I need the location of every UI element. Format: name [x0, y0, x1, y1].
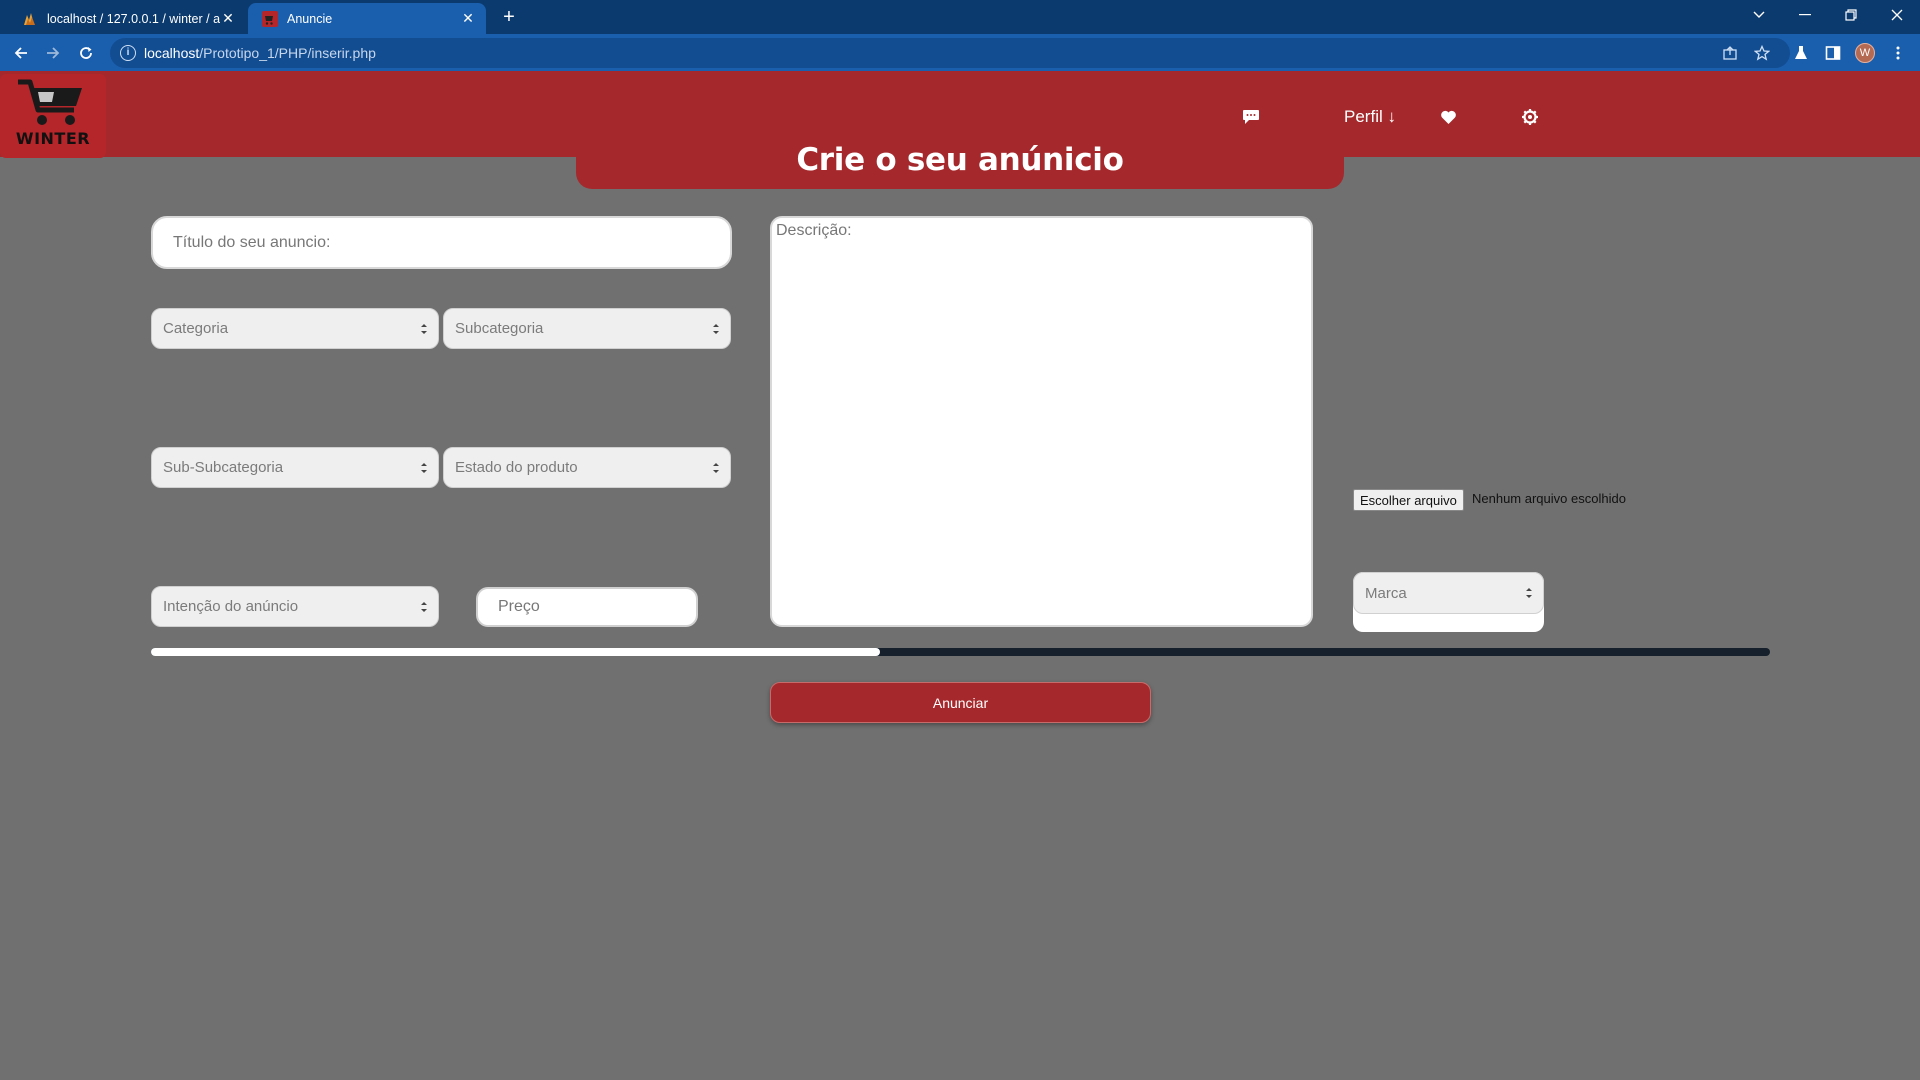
- share-icon[interactable]: [1719, 42, 1741, 64]
- select-arrows-icon: [421, 323, 427, 334]
- close-tab-icon[interactable]: ✕: [460, 10, 476, 27]
- select-arrows-icon: [713, 323, 719, 334]
- form-progress-bar: [151, 648, 1770, 656]
- page-title: Crie o seu anúnicio: [796, 141, 1124, 178]
- publish-ad-button[interactable]: Anunciar: [770, 682, 1151, 723]
- subcategory-select-value: Subcategoria: [455, 320, 544, 337]
- url-host: localhost: [144, 45, 200, 61]
- tab-phpmyadmin[interactable]: localhost / 127.0.0.1 / winter / an ✕: [8, 3, 246, 34]
- url-path: /Prototipo_1/PHP/inserir.php: [199, 45, 376, 61]
- product-state-select[interactable]: Estado do produto: [443, 447, 731, 488]
- price-input[interactable]: Preço: [476, 587, 698, 627]
- site-info-icon[interactable]: i: [120, 45, 136, 61]
- subsubcategory-select-value: Sub-Subcategoria: [163, 459, 284, 476]
- profile-avatar[interactable]: W: [1854, 42, 1876, 64]
- minimize-icon[interactable]: [1782, 0, 1828, 30]
- ad-title-input[interactable]: Título do seu anuncio:: [151, 216, 732, 269]
- choose-file-button[interactable]: Escolher arquivo: [1353, 489, 1464, 511]
- extension-flask-icon[interactable]: [1790, 42, 1812, 64]
- back-icon[interactable]: [8, 40, 34, 66]
- brand-select-container: Marca: [1353, 572, 1544, 632]
- file-status-text: Nenhum arquivo escolhido: [1472, 491, 1626, 506]
- close-window-icon[interactable]: [1874, 0, 1920, 30]
- site-logo[interactable]: WINTER: [0, 74, 106, 158]
- select-arrows-icon: [1526, 588, 1532, 598]
- ad-intent-select-value: Intenção do anúncio: [163, 598, 299, 615]
- form-progress-fill: [151, 648, 880, 656]
- side-panel-icon[interactable]: [1822, 42, 1844, 64]
- reload-icon[interactable]: [73, 40, 99, 66]
- bookmark-star-icon[interactable]: [1751, 42, 1773, 64]
- forward-icon[interactable]: [40, 40, 66, 66]
- subsubcategory-select[interactable]: Sub-Subcategoria: [151, 447, 439, 488]
- tab-title: Anuncie: [287, 11, 333, 26]
- category-select[interactable]: Categoria: [151, 308, 439, 349]
- browser-tab-strip: localhost / 127.0.0.1 / winter / an ✕ An…: [0, 0, 1920, 34]
- subcategory-select[interactable]: Subcategoria: [443, 308, 731, 349]
- select-arrows-icon: [421, 601, 427, 612]
- brand-select-value: Marca: [1365, 584, 1407, 602]
- new-tab-button[interactable]: +: [497, 5, 521, 29]
- restore-icon[interactable]: [1828, 0, 1874, 30]
- select-arrows-icon: [713, 462, 719, 473]
- tab-title: localhost / 127.0.0.1 / winter / an: [47, 11, 220, 26]
- phpmyadmin-favicon-icon: [24, 12, 35, 25]
- logo-text: WINTER: [15, 129, 91, 148]
- browser-menu-icon[interactable]: [1887, 42, 1909, 64]
- description-textarea[interactable]: Descrição:: [770, 216, 1313, 627]
- shopping-cart-icon: [18, 79, 82, 125]
- browser-toolbar: i localhost/Prototipo_1/PHP/inserir.php …: [0, 34, 1920, 71]
- page-title-banner: Crie o seu anúnicio: [576, 130, 1344, 189]
- product-state-select-value: Estado do produto: [455, 459, 578, 476]
- brand-select[interactable]: Marca: [1353, 572, 1544, 614]
- address-bar[interactable]: i localhost/Prototipo_1/PHP/inserir.php: [110, 38, 1790, 68]
- gear-icon[interactable]: [1517, 104, 1543, 130]
- winter-favicon-icon: [262, 10, 278, 27]
- heart-icon[interactable]: [1435, 104, 1461, 130]
- category-select-value: Categoria: [163, 320, 229, 337]
- tab-search-icon[interactable]: [1736, 0, 1782, 30]
- ad-intent-select[interactable]: Intenção do anúncio: [151, 586, 439, 627]
- profile-menu[interactable]: Perfil ↓: [1322, 104, 1418, 130]
- tab-anuncie[interactable]: Anuncie ✕: [248, 3, 486, 34]
- close-tab-icon[interactable]: ✕: [220, 10, 236, 27]
- select-arrows-icon: [421, 462, 427, 473]
- chat-icon[interactable]: [1238, 104, 1264, 130]
